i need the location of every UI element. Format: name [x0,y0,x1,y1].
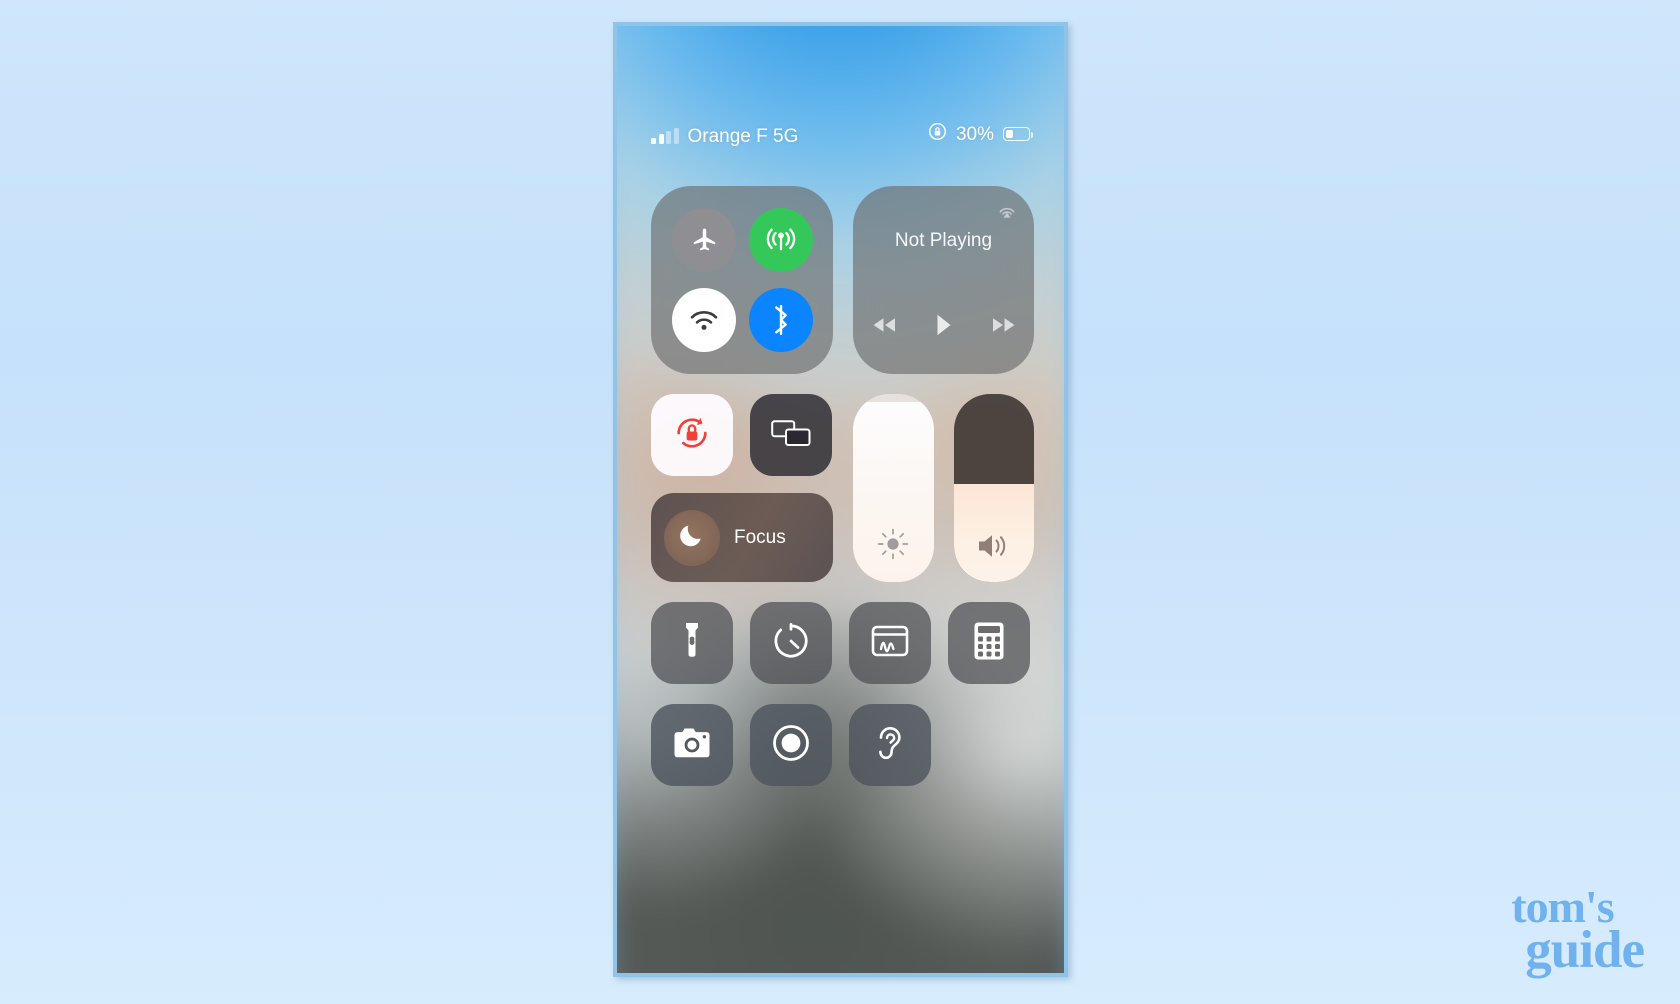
status-bar-left: Orange F 5G [651,125,799,147]
battery-icon [1003,127,1033,141]
screen-record-icon [771,723,811,768]
rotation-lock-button[interactable] [651,394,733,476]
utility-pair [651,394,833,476]
airplane-icon [689,225,719,255]
tomsguide-watermark: tom's guide [1511,883,1645,980]
quick-note-button[interactable] [849,602,931,684]
status-bar-right: 30% [928,122,1033,147]
flashlight-button[interactable] [651,602,733,684]
focus-icon-circle [664,509,720,566]
bluetooth-icon [768,305,794,335]
timer-icon [771,621,811,666]
control-center-row-3 [651,602,1034,684]
carrier-label: Orange F 5G [687,125,799,147]
cellular-data-toggle[interactable] [748,208,813,272]
battery-fill [1005,130,1014,138]
quick-note-icon [870,624,910,663]
camera-icon [671,726,713,765]
ear-icon [873,723,907,768]
moon-icon [679,522,705,553]
volume-slider[interactable] [953,394,1035,582]
rewind-icon[interactable] [871,315,897,340]
wifi-icon [688,307,720,333]
wifi-toggle[interactable] [671,288,736,352]
camera-button[interactable] [651,704,733,786]
focus-button[interactable]: Focus [651,493,833,582]
media-controls [853,313,1034,342]
control-center-row-4 [651,704,1034,786]
volume-icon [954,530,1035,562]
airplane-mode-toggle[interactable] [671,208,736,272]
flashlight-icon [682,621,702,666]
media-title: Not Playing [894,230,993,251]
battery-percent-label: 30% [955,123,994,145]
calculator-icon [974,622,1004,665]
bluetooth-toggle[interactable] [748,288,813,352]
screen-mirroring-icon [770,416,812,455]
brightness-icon [853,526,934,562]
phone-device: Orange F 5G 30% Not Playing Focus [613,22,1068,977]
focus-label: Focus [734,526,786,548]
rotation-lock-icon [928,122,947,147]
screen-mirroring-button[interactable] [750,394,832,476]
hearing-button[interactable] [849,704,931,786]
signal-strength-icon [651,127,679,144]
fast-forward-icon[interactable] [991,315,1017,340]
phone-screen: Orange F 5G 30% Not Playing Focus [617,26,1064,973]
calculator-button[interactable] [948,602,1030,684]
utility-stack: Focus [651,394,833,582]
control-center-row-2: Focus [651,394,1034,582]
brightness-slider[interactable] [853,394,934,582]
cellular-antenna-icon [765,224,797,256]
status-bar: Orange F 5G 30% [617,120,1064,148]
timer-button[interactable] [750,602,832,684]
watermark-line-2: guide [1525,921,1645,980]
media-playback-panel[interactable]: Not Playing [853,186,1034,374]
control-center: Not Playing Focus [651,186,1034,786]
screen-recording-button[interactable] [750,704,832,786]
rotation-lock-icon [672,413,712,458]
airplay-icon[interactable] [996,199,1018,226]
connectivity-panel [651,186,833,374]
play-icon[interactable] [934,313,954,342]
control-center-row-1: Not Playing [651,186,1034,374]
